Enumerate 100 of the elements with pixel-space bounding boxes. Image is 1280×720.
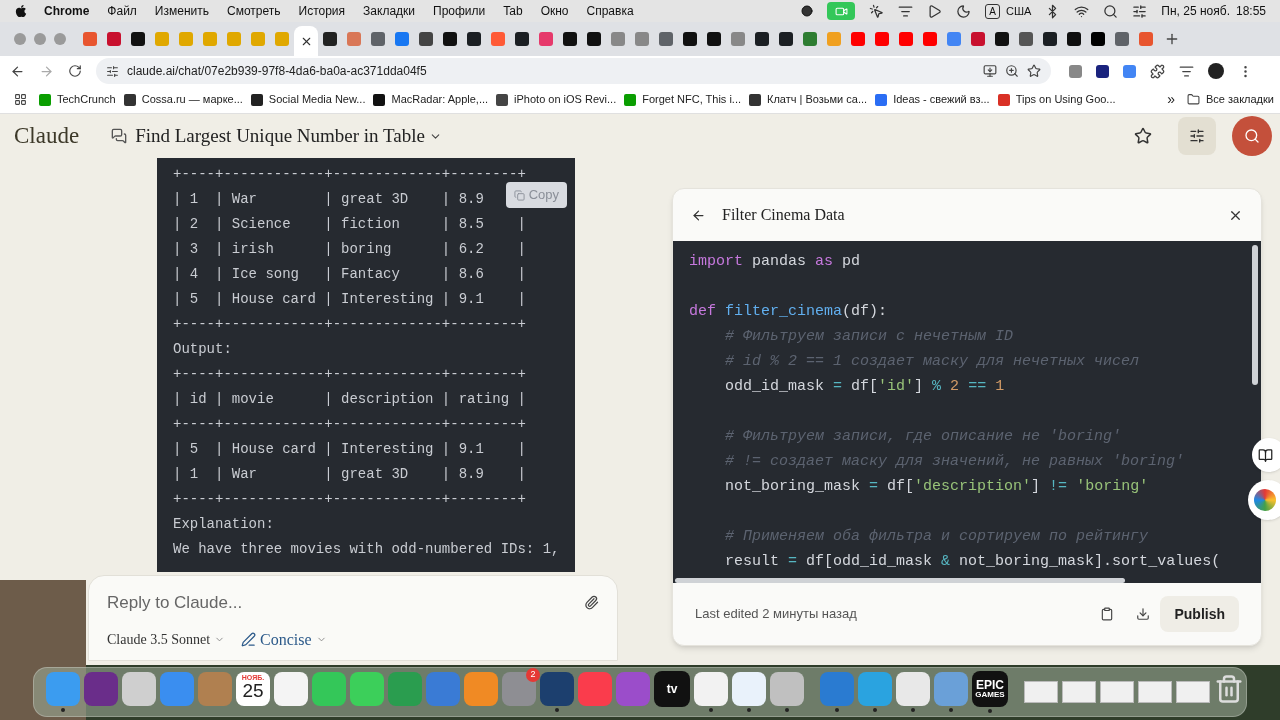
avatar-button[interactable] [1232, 116, 1272, 156]
style-selector[interactable]: Concise [241, 627, 327, 652]
code-line: Output: [173, 340, 232, 359]
bookmark-item[interactable]: Клатч | Возьми са... [749, 91, 868, 108]
search-icon[interactable] [1103, 3, 1119, 19]
minimized-window-thumbnail[interactable] [1138, 681, 1172, 703]
bookmark-item[interactable]: Social Media New... [250, 91, 366, 108]
wifi-icon[interactable] [1074, 3, 1090, 19]
menu-item[interactable]: Справка [586, 2, 634, 20]
dock-app-icon[interactable] [84, 672, 118, 706]
dock-app-icon[interactable] [896, 672, 930, 706]
menu-item[interactable]: Профили [433, 2, 486, 20]
minimized-window-thumbnail[interactable] [1024, 681, 1058, 703]
code-line: | 4 | Ice song | Fantacy | 8.6 | [173, 265, 526, 284]
publish-button[interactable]: Publish [1160, 596, 1239, 632]
record-icon[interactable] [801, 5, 814, 17]
more-bookmarks-button[interactable]: » [1167, 89, 1175, 110]
all-bookmarks-button[interactable]: Все закладки [1186, 91, 1274, 108]
menu-item[interactable]: Файл [107, 2, 137, 20]
dock-app-icon[interactable] [540, 672, 574, 706]
zoom-icon[interactable] [1005, 64, 1019, 78]
bookmark-item[interactable]: iPhoto on iOS Revi... [496, 91, 617, 108]
bookmark-item[interactable]: TechCrunch [39, 91, 116, 108]
menu-app-name[interactable]: Chrome [44, 2, 90, 20]
bookmark-item[interactable]: Forget NFC, This i... [624, 91, 741, 108]
code-line: We have three movies with odd-numbered IDs: 1, [173, 540, 560, 559]
dock-app-icon[interactable]: EPIC GAMES [972, 671, 1008, 707]
moon-icon[interactable] [956, 3, 972, 19]
chat-icon [111, 128, 128, 144]
dock-app-icon[interactable] [122, 672, 156, 706]
apple-logo-icon[interactable] [14, 4, 28, 18]
date-text[interactable]: Пн, 25 нояб. [1161, 2, 1230, 20]
vertical-scrollbar[interactable] [1252, 245, 1258, 385]
extensions-icon[interactable] [1150, 63, 1165, 79]
camera-status-icon[interactable] [827, 2, 856, 20]
apps-grid-icon[interactable] [14, 93, 27, 106]
minimized-window-thumbnail[interactable] [1062, 681, 1096, 703]
clipboard-icon[interactable] [1100, 607, 1115, 621]
code-line: | 1 | War | great 3D | 8.9 | [173, 465, 526, 484]
horizontal-scrollbar[interactable] [675, 578, 1125, 583]
url-text: claude.ai/chat/07e2b939-97f8-4da6-ba0a-ac371dda04f5 [127, 63, 427, 80]
extension-icon[interactable] [1096, 64, 1109, 78]
minimized-window-thumbnail[interactable] [1176, 681, 1210, 703]
trash-icon[interactable] [1214, 672, 1244, 706]
forward-icon[interactable] [39, 63, 54, 79]
dock-app-icon[interactable] [732, 672, 766, 706]
menu-item[interactable]: Изменить [154, 2, 209, 20]
control-center-icon[interactable] [1132, 3, 1148, 19]
bookmark-item[interactable]: MacRadar: Apple,... [373, 91, 489, 108]
reload-icon[interactable] [68, 64, 82, 78]
notification-badge: 2 [526, 668, 540, 682]
bookmark-item[interactable]: Ideas - свежий вз... [875, 91, 990, 108]
back-icon[interactable] [10, 63, 25, 79]
back-icon[interactable] [691, 207, 706, 223]
star-icon[interactable] [1134, 127, 1152, 145]
menu-item[interactable]: Смотреть [227, 2, 281, 20]
code-line: +----+------------+-------------+--------+ [173, 365, 526, 384]
model-selector[interactable]: Claude 3.5 Sonnet [107, 629, 226, 650]
code-line: +----+------------+-------------+--------+ [173, 490, 526, 509]
site-info-icon[interactable] [106, 64, 119, 78]
code-line: import pandas as pd [689, 252, 861, 272]
download-icon[interactable] [1136, 607, 1151, 621]
bookmark-star-icon[interactable] [1027, 64, 1041, 78]
menu-item[interactable]: Окно [540, 2, 569, 20]
pen-icon [241, 632, 257, 647]
settings-button[interactable] [1178, 117, 1216, 155]
keyboard-layout[interactable]: США [1006, 2, 1032, 20]
clock-text[interactable]: 18:55 [1235, 2, 1266, 20]
code-line: | id | movie | description | rating | [173, 390, 526, 409]
new-tab-icon[interactable] [1164, 31, 1180, 47]
chat-title-button[interactable]: Find Largest Unique Number in Table [135, 121, 442, 151]
dock-app-icon[interactable] [350, 672, 384, 706]
filter-icon[interactable] [898, 3, 914, 19]
address-bar[interactable]: claude.ai/chat/07e2b939-97f8-4da6-ba0a-ac371dda04f5 [96, 58, 1051, 84]
copy-icon [513, 189, 525, 201]
input-source-indicator[interactable]: A [985, 3, 1000, 19]
dock-app-icon[interactable] [312, 672, 346, 706]
menu-item[interactable]: История [298, 2, 346, 20]
code-line: # != создает маску для значений, не равных 'boring' [724, 452, 1185, 472]
dock-app-icon[interactable] [694, 672, 728, 706]
attach-icon[interactable] [584, 595, 599, 611]
search-icon [1244, 128, 1260, 144]
code-line: # Фильтруем записи, где описание не 'boring' [724, 427, 1122, 447]
install-app-icon[interactable] [983, 64, 997, 78]
dock-app-icon[interactable] [770, 672, 804, 706]
bookmark-item[interactable]: Tips on Using Goo... [997, 91, 1116, 108]
code-line: # id % 2 == 1 создает маску для нечетных чисел [724, 352, 1140, 372]
play-icon[interactable] [927, 3, 943, 19]
bookmark-item[interactable]: Cossa.ru — марке... [123, 91, 243, 108]
code-line: odd_id_mask = df['id'] % 2 == 1 [724, 377, 1005, 397]
reply-field[interactable]: Reply to Claude... Claude 3.5 Sonnet Concise [88, 575, 618, 661]
pointer-icon[interactable] [869, 3, 885, 19]
profile-avatar[interactable] [1208, 63, 1224, 79]
minimized-window-thumbnail[interactable] [1100, 681, 1134, 703]
dock-app-icon[interactable]: tv [654, 671, 690, 707]
claude-logo[interactable]: Claude [14, 118, 80, 154]
code-line: # Фильтруем записи с нечетным ID [724, 327, 1014, 347]
dock-app-icon[interactable] [274, 672, 308, 706]
menu-item[interactable]: Закладки [363, 2, 415, 20]
menu-item[interactable]: Tab [503, 2, 523, 20]
